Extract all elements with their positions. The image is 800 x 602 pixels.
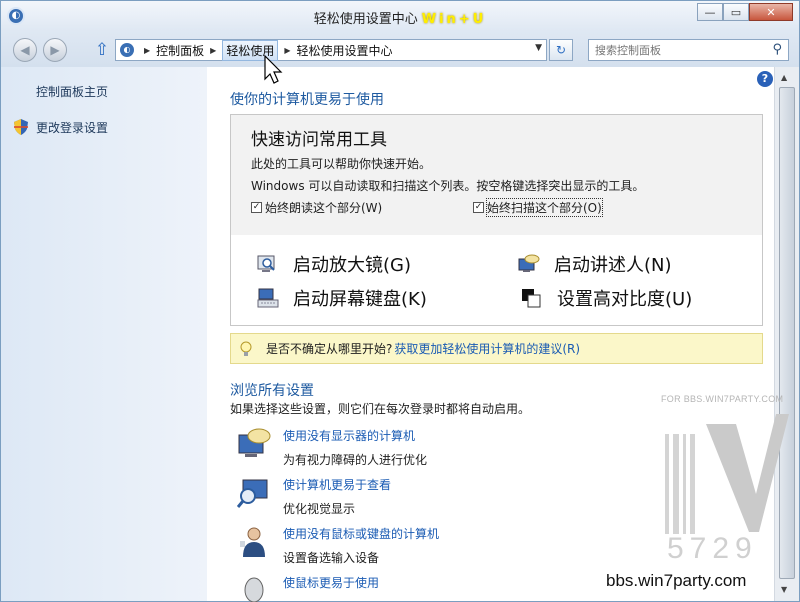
start-magnifier-link[interactable]: 启动放大镜(G) [257, 251, 411, 277]
shield-icon [14, 119, 28, 135]
watermark-number: 5729 [667, 532, 758, 565]
maximize-button[interactable]: ▭ [723, 3, 749, 21]
magnifier-icon [257, 255, 275, 272]
refresh-button[interactable]: ↻ [549, 39, 573, 61]
lightbulb-icon [240, 341, 252, 356]
search-icon[interactable]: ⚲ [772, 42, 782, 57]
tip-bar: 是否不确定从哪里开始? 获取更加轻松使用计算机的建议(R) [230, 333, 763, 364]
forward-button[interactable]: ▶ [43, 38, 67, 62]
use-without-mouse-keyboard-link[interactable]: 使用没有鼠标或键盘的计算机 [283, 525, 439, 542]
list-item: 使鼠标更易于使用 [237, 574, 379, 602]
sidebar-item-change-logon-settings[interactable]: 更改登录设置 [36, 119, 108, 136]
mouse-cursor-icon [264, 55, 283, 84]
window-title: 轻松使用设置中心 Win+U [1, 8, 799, 27]
always-read-label[interactable]: 始终朗读这个部分(W) [265, 199, 382, 216]
control-panel-window: ◐ 轻松使用设置中心 Win+U — ▭ ✕ ◀ ▶ ⇧ ◐ ▶ 控制面板 ▶ 轻… [0, 0, 800, 602]
set-high-contrast-label[interactable]: 设置高对比度(U) [557, 285, 692, 311]
site-watermark: bbs.win7party.com [606, 571, 747, 590]
address-dropdown-icon[interactable]: ▼ [535, 43, 542, 53]
start-narrator-label[interactable]: 启动讲述人(N) [554, 251, 672, 277]
always-scan-checkbox[interactable]: ✓ 始终扫描这个部分(O) [473, 198, 603, 217]
checkbox-scan[interactable]: ✓ [473, 202, 484, 213]
speech-monitor-icon [238, 428, 271, 457]
start-on-screen-keyboard-label[interactable]: 启动屏幕键盘(K) [293, 285, 427, 311]
close-button[interactable]: ✕ [749, 3, 793, 21]
keyboard-icon [257, 288, 279, 308]
use-without-mouse-keyboard-desc: 设置备选输入设备 [283, 551, 380, 565]
scroll-down-icon[interactable]: ▼ [781, 585, 787, 594]
sidebar-item-control-panel-home[interactable]: 控制面板主页 [36, 83, 108, 100]
breadcrumb-control-panel[interactable]: 控制面板 [156, 42, 204, 59]
address-bar[interactable]: ◐ ▶ 控制面板 ▶ 轻松使用 ▶ 轻松使用设置中心 ▼ [115, 39, 547, 61]
scroll-up-icon[interactable]: ▲ [781, 73, 787, 82]
browse-settings-heading: 浏览所有设置 [230, 383, 314, 399]
quick-access-header: 快速访问常用工具 此处的工具可以帮助你快速开始。 Windows 可以自动读取和… [231, 115, 762, 235]
chevron-right-icon[interactable]: ▶ [284, 46, 290, 55]
set-high-contrast-link[interactable]: 设置高对比度(U) [521, 285, 692, 311]
left-navigation-pane: 控制面板主页 更改登录设置 [1, 67, 207, 601]
list-item: 使用没有鼠标或键盘的计算机 设置备选输入设备 [237, 525, 439, 566]
make-easier-to-see-desc: 优化视觉显示 [283, 502, 356, 516]
watermark-logo-icon [665, 414, 789, 534]
narrator-icon [518, 254, 540, 272]
start-narrator-link[interactable]: 启动讲述人(N) [518, 251, 672, 277]
make-easier-to-see-link[interactable]: 使计算机更易于查看 [283, 476, 391, 493]
use-without-display-link[interactable]: 使用没有显示器的计算机 [283, 427, 427, 444]
start-on-screen-keyboard-link[interactable]: 启动屏幕键盘(K) [257, 285, 427, 311]
window-controls: — ▭ ✕ [697, 3, 793, 21]
breadcrumb-ease-of-access-center[interactable]: 轻松使用设置中心 [297, 42, 393, 59]
list-item: 使计算机更易于查看 优化视觉显示 [237, 476, 391, 517]
list-item: 使用没有显示器的计算机 为有视力障碍的人进行优化 [237, 427, 427, 468]
contrast-icon [522, 289, 541, 308]
shortcut-hint: Win+U [421, 12, 487, 27]
page-heading: 使你的计算机更易于使用 [230, 92, 384, 108]
chevron-right-icon[interactable]: ▶ [144, 46, 150, 55]
use-without-display-desc: 为有视力障碍的人进行优化 [283, 453, 428, 467]
title-bar[interactable]: ◐ 轻松使用设置中心 Win+U — ▭ ✕ [1, 1, 799, 31]
checkbox-read[interactable]: ✓ [251, 202, 262, 213]
quick-access-description: 此处的工具可以帮助你快速开始。 [251, 157, 432, 171]
quick-access-title: 快速访问常用工具 [251, 130, 387, 150]
always-read-checkbox[interactable]: ✓ 始终朗读这个部分(W) [251, 199, 382, 216]
start-magnifier-label[interactable]: 启动放大镜(G) [293, 251, 411, 277]
window-title-text: 轻松使用设置中心 [313, 12, 418, 27]
make-mouse-easier-link[interactable]: 使鼠标更易于使用 [283, 574, 379, 591]
browse-settings-description: 如果选择这些设置，则它们在每次登录时都将自动启用。 [230, 402, 531, 416]
quick-access-panel: 快速访问常用工具 此处的工具可以帮助你快速开始。 Windows 可以自动读取和… [230, 114, 763, 326]
navigation-bar: ◀ ▶ ⇧ ◐ ▶ 控制面板 ▶ 轻松使用 ▶ 轻松使用设置中心 ▼ ↻ ⚲ [1, 31, 799, 67]
help-icon[interactable]: ? [757, 71, 773, 87]
address-control-panel-icon: ◐ [120, 43, 134, 57]
quick-access-instruction: Windows 可以自动读取和扫描这个列表。按空格键选择突出显示的工具。 [251, 179, 645, 193]
person-icon [240, 527, 265, 557]
search-input[interactable] [589, 40, 759, 60]
watermark: FOR BBS.WIN7PARTY.COM 5729 [661, 394, 791, 569]
watermark-text: FOR BBS.WIN7PARTY.COM [661, 394, 784, 404]
get-recommendations-link[interactable]: 获取更加轻松使用计算机的建议(R) [394, 340, 580, 357]
up-button[interactable]: ⇧ [93, 40, 111, 60]
magnify-monitor-icon [237, 479, 268, 508]
back-button[interactable]: ◀ [13, 38, 37, 62]
always-scan-label[interactable]: 始终扫描这个部分(O) [486, 198, 603, 217]
mouse-icon [244, 577, 264, 602]
minimize-button[interactable]: — [697, 3, 723, 21]
search-box[interactable]: ⚲ [588, 39, 789, 61]
tip-text: 是否不确定从哪里开始? [266, 342, 393, 356]
chevron-right-icon[interactable]: ▶ [210, 46, 216, 55]
